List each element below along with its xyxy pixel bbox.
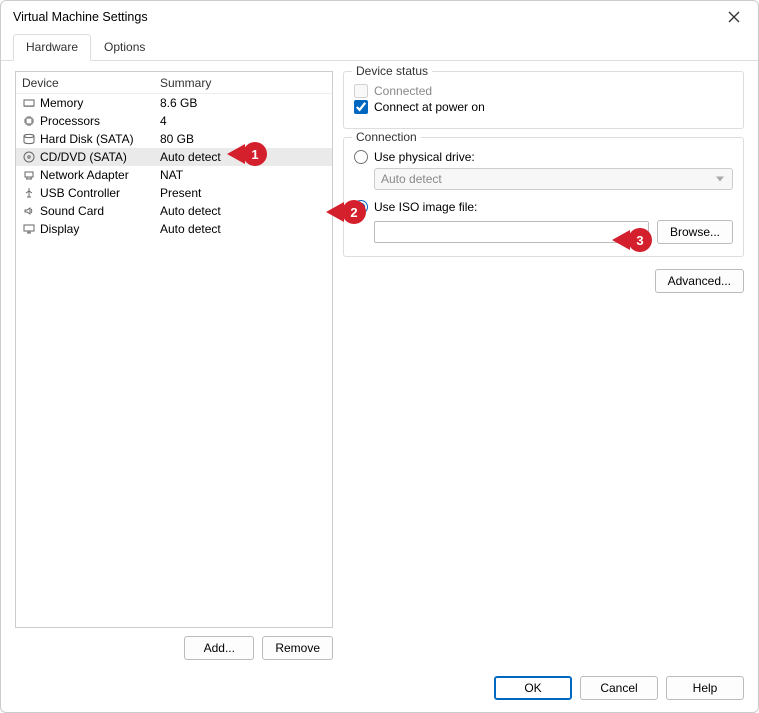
help-button[interactable]: Help: [666, 676, 744, 700]
device-name: USB Controller: [40, 186, 120, 200]
left-column: Device Summary Memory 8.6 GB Processors …: [15, 71, 333, 660]
cpu-icon: [22, 114, 36, 128]
device-summary: Present: [156, 186, 332, 200]
window-title: Virtual Machine Settings: [13, 10, 148, 24]
list-item[interactable]: Memory 8.6 GB: [16, 94, 332, 112]
advanced-button[interactable]: Advanced...: [655, 269, 744, 293]
use-physical-label: Use physical drive:: [374, 150, 475, 164]
header-device: Device: [16, 76, 156, 90]
list-item[interactable]: Processors 4: [16, 112, 332, 130]
connected-row: Connected: [354, 84, 733, 98]
use-physical-row[interactable]: Use physical drive:: [354, 150, 733, 164]
list-item[interactable]: Display Auto detect: [16, 220, 332, 238]
sound-icon: [22, 204, 36, 218]
advanced-row: Advanced...: [343, 265, 744, 293]
close-icon[interactable]: [720, 7, 748, 27]
list-buttons: Add... Remove: [15, 628, 333, 660]
device-summary: NAT: [156, 168, 332, 182]
device-summary: Auto detect: [156, 222, 332, 236]
physical-drive-combo: Auto detect: [374, 168, 733, 190]
connection-legend: Connection: [352, 130, 421, 144]
disk-icon: [22, 132, 36, 146]
usb-icon: [22, 186, 36, 200]
device-summary: 80 GB: [156, 132, 332, 146]
iso-path-input[interactable]: [374, 221, 649, 243]
use-iso-label: Use ISO image file:: [374, 200, 477, 214]
remove-button[interactable]: Remove: [262, 636, 333, 660]
list-item[interactable]: Network Adapter NAT: [16, 166, 332, 184]
dialog-body: Device Summary Memory 8.6 GB Processors …: [1, 61, 758, 668]
device-name: Memory: [40, 96, 83, 110]
device-name: Hard Disk (SATA): [40, 132, 134, 146]
right-column: Device status Connected Connect at power…: [343, 71, 744, 660]
device-summary: Auto detect: [156, 150, 332, 164]
iso-file-row: Browse...: [374, 220, 733, 244]
list-item[interactable]: CD/DVD (SATA) Auto detect: [16, 148, 332, 166]
connected-checkbox: [354, 84, 368, 98]
display-icon: [22, 222, 36, 236]
list-item[interactable]: USB Controller Present: [16, 184, 332, 202]
physical-drive-value: Auto detect: [381, 172, 442, 186]
tab-hardware[interactable]: Hardware: [13, 34, 91, 61]
add-button[interactable]: Add...: [184, 636, 254, 660]
cancel-button[interactable]: Cancel: [580, 676, 658, 700]
network-icon: [22, 168, 36, 182]
device-name: Display: [40, 222, 79, 236]
dialog-footer: OK Cancel Help: [1, 668, 758, 712]
connect-power-on-label: Connect at power on: [374, 100, 485, 114]
ok-button[interactable]: OK: [494, 676, 572, 700]
connected-label: Connected: [374, 84, 432, 98]
list-header: Device Summary: [16, 72, 332, 94]
header-summary: Summary: [156, 76, 332, 90]
browse-button[interactable]: Browse...: [657, 220, 733, 244]
connect-power-on-checkbox[interactable]: [354, 100, 368, 114]
device-name: Network Adapter: [40, 168, 129, 182]
connect-power-on-row[interactable]: Connect at power on: [354, 100, 733, 114]
tabs: Hardware Options: [1, 33, 758, 61]
list-item[interactable]: Sound Card Auto detect: [16, 202, 332, 220]
device-name: Processors: [40, 114, 100, 128]
memory-icon: [22, 96, 36, 110]
device-status-legend: Device status: [352, 64, 432, 78]
tab-options[interactable]: Options: [91, 34, 158, 61]
vm-settings-window: Virtual Machine Settings Hardware Option…: [0, 0, 759, 713]
device-summary: 8.6 GB: [156, 96, 332, 110]
use-iso-radio[interactable]: [354, 200, 368, 214]
titlebar: Virtual Machine Settings: [1, 1, 758, 31]
use-physical-radio[interactable]: [354, 150, 368, 164]
device-list[interactable]: Device Summary Memory 8.6 GB Processors …: [15, 71, 333, 628]
device-summary: 4: [156, 114, 332, 128]
device-name: CD/DVD (SATA): [40, 150, 127, 164]
connection-group: Connection Use physical drive: Auto dete…: [343, 137, 744, 257]
device-status-group: Device status Connected Connect at power…: [343, 71, 744, 129]
list-item[interactable]: Hard Disk (SATA) 80 GB: [16, 130, 332, 148]
use-iso-row[interactable]: Use ISO image file:: [354, 200, 733, 214]
device-summary: Auto detect: [156, 204, 332, 218]
device-name: Sound Card: [40, 204, 104, 218]
cddvd-icon: [22, 150, 36, 164]
